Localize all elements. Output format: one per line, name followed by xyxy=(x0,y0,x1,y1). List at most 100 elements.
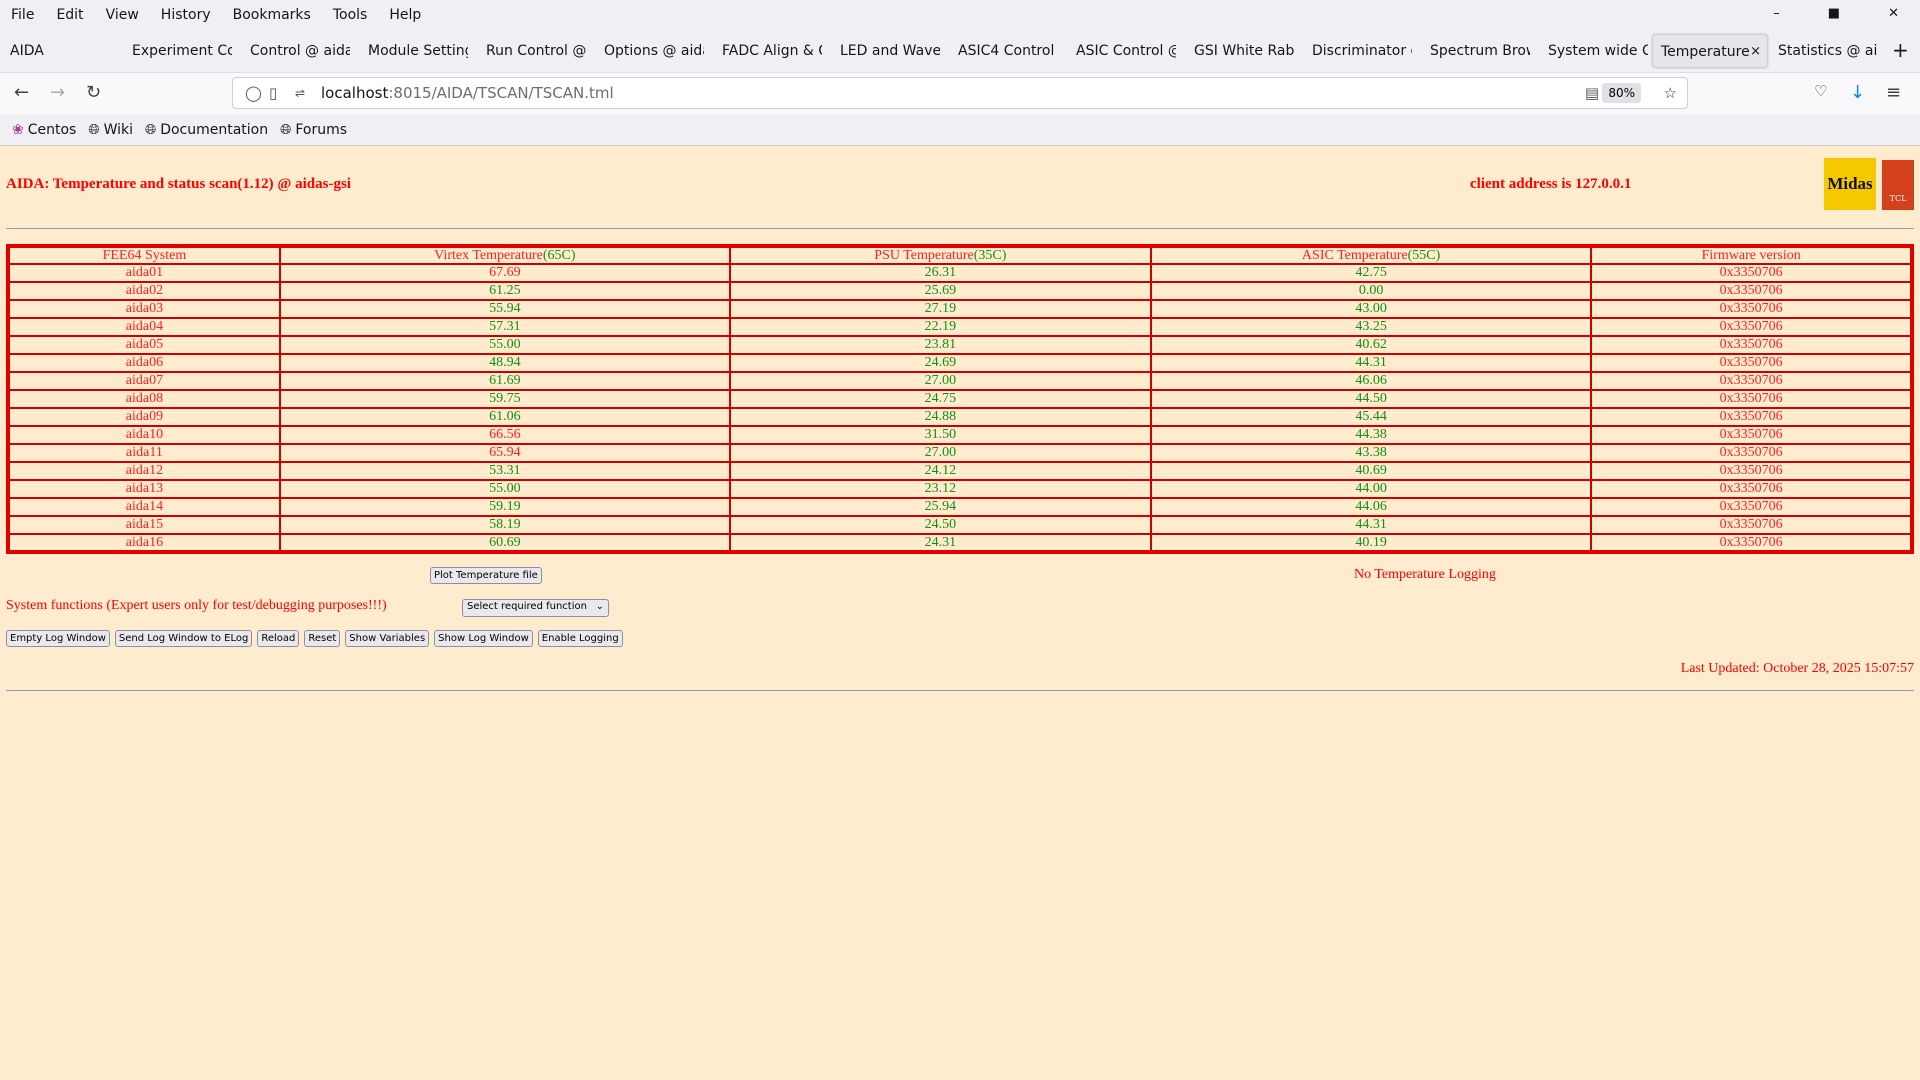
tab-14[interactable]: Temperature × xyxy=(1652,34,1768,68)
firmware-cell: 0x3350706 xyxy=(1590,353,1913,373)
tab-0[interactable]: AIDA xyxy=(2,34,110,68)
url-path: :8015/AIDA/TSCAN/TSCAN.tml xyxy=(388,84,614,102)
shield-icon[interactable]: ◯ xyxy=(245,78,262,108)
empty-log-window-button[interactable]: Empty Log Window xyxy=(6,630,110,647)
firmware-cell: 0x3350706 xyxy=(1590,479,1913,499)
system-cell: aida12 xyxy=(7,461,281,481)
firmware-cell: 0x3350706 xyxy=(1590,389,1913,409)
asic-temp-cell: 44.38 xyxy=(1149,425,1593,445)
virtex-temp-cell: 57.31 xyxy=(278,317,731,337)
asic-temp-cell: 44.00 xyxy=(1149,479,1593,499)
forward-icon[interactable]: → xyxy=(50,82,65,103)
tab-7[interactable]: LED and Wavef xyxy=(832,34,940,68)
tab-10[interactable]: GSI White Rabb xyxy=(1186,34,1294,68)
tab-15[interactable]: Statistics @ ai xyxy=(1770,34,1878,68)
virtex-temp-cell: 60.69 xyxy=(278,533,731,553)
tab-label: ASIC Control @ xyxy=(1076,43,1176,59)
permissions-icon[interactable]: ⇌ xyxy=(295,78,305,108)
tab-4[interactable]: Run Control @ xyxy=(478,34,586,68)
tab-label: Experiment Co xyxy=(132,43,232,59)
tab-12[interactable]: Spectrum Brow xyxy=(1422,34,1530,68)
table-row: aida11 65.94 27.00 43.38 0x3350706 xyxy=(7,443,1913,463)
tab-13[interactable]: System wide C xyxy=(1540,34,1648,68)
pocket-icon[interactable]: ♡ xyxy=(1814,82,1827,100)
plot-temperature-button[interactable]: Plot Temperature file xyxy=(430,567,542,584)
tab-1[interactable]: Experiment Co xyxy=(124,34,232,68)
firmware-cell: 0x3350706 xyxy=(1590,299,1913,319)
tab-9[interactable]: ASIC Control @ xyxy=(1068,34,1176,68)
enable-logging-button[interactable]: Enable Logging xyxy=(537,630,623,647)
virtex-temp-cell: 55.00 xyxy=(278,335,731,355)
virtex-temp-cell: 55.94 xyxy=(278,299,731,319)
send-log-window-to-elog-button[interactable]: Send Log Window to ELog xyxy=(114,630,253,647)
menu-tools[interactable]: Tools xyxy=(333,7,368,23)
system-cell: aida07 xyxy=(7,371,281,391)
system-cell: aida14 xyxy=(7,497,281,517)
menu-bar: File Edit View History Bookmarks Tools H… xyxy=(0,0,1920,30)
reload-icon[interactable]: ↻ xyxy=(86,82,101,103)
bookmark-wiki[interactable]: 🌐︎ Wiki xyxy=(88,122,133,138)
firmware-cell: 0x3350706 xyxy=(1590,515,1913,535)
asic-temp-cell: 44.50 xyxy=(1149,389,1593,409)
header-limit: (55C) xyxy=(1407,247,1441,263)
psu-temp-cell: 31.50 xyxy=(728,425,1152,445)
url-bar[interactable]: ◯ ▯ ⇌ localhost:8015/AIDA/TSCAN/TSCAN.tm… xyxy=(232,77,1688,109)
tab-5[interactable]: Options @ aida xyxy=(596,34,704,68)
menu-bookmarks[interactable]: Bookmarks xyxy=(233,7,311,23)
tab-label: FADC Align & C xyxy=(722,43,822,59)
asic-temp-cell: 45.44 xyxy=(1149,407,1593,427)
centos-icon: ❀ xyxy=(12,121,24,138)
tab-label: Control @ aida xyxy=(250,43,350,59)
tab-3[interactable]: Module Setting xyxy=(360,34,468,68)
show-variables-button[interactable]: Show Variables xyxy=(345,630,430,647)
minimize-icon[interactable]: – xyxy=(1773,6,1780,21)
column-header: ASIC Temperature(55C) xyxy=(1149,245,1593,265)
reader-view-icon[interactable]: ▤ xyxy=(1585,78,1599,108)
bookmark-centos[interactable]: ❀ Centos xyxy=(12,122,76,138)
hamburger-menu-icon[interactable]: ≡ xyxy=(1886,82,1901,103)
system-cell: aida04 xyxy=(7,317,281,337)
page-title: AIDA: Temperature and status scan(1.12) … xyxy=(6,176,351,192)
virtex-temp-cell: 65.94 xyxy=(278,443,731,463)
function-select[interactable]: Select required function ⌄ xyxy=(462,599,609,617)
column-header: Firmware version xyxy=(1590,245,1913,265)
menu-edit[interactable]: Edit xyxy=(56,7,83,23)
tab-2[interactable]: Control @ aida xyxy=(242,34,350,68)
close-window-icon[interactable]: ✕ xyxy=(1888,6,1899,21)
system-cell: aida03 xyxy=(7,299,281,319)
reload-button[interactable]: Reload xyxy=(257,630,300,647)
zoom-level[interactable]: 80% xyxy=(1602,83,1641,103)
table-row: aida12 53.31 24.12 40.69 0x3350706 xyxy=(7,461,1913,481)
tab-8[interactable]: ASIC4 Control xyxy=(950,34,1058,68)
table-row: aida06 48.94 24.69 44.31 0x3350706 xyxy=(7,353,1913,373)
asic-temp-cell: 44.31 xyxy=(1149,515,1593,535)
virtex-temp-cell: 53.31 xyxy=(278,461,731,481)
virtex-temp-cell: 59.75 xyxy=(278,389,731,409)
bookmark-forums[interactable]: 🌐︎ Forums xyxy=(280,122,347,138)
new-tab-icon[interactable]: + xyxy=(1892,38,1909,62)
header-label: Virtex Temperature xyxy=(434,247,543,263)
back-icon[interactable]: ← xyxy=(14,82,29,103)
psu-temp-cell: 24.88 xyxy=(728,407,1152,427)
bookmark-star-icon[interactable]: ☆ xyxy=(1664,78,1677,108)
menu-view[interactable]: View xyxy=(106,7,139,23)
bookmark-documentation[interactable]: 🌐︎ Documentation xyxy=(145,122,268,138)
menu-help[interactable]: Help xyxy=(389,7,421,23)
psu-temp-cell: 23.12 xyxy=(728,479,1152,499)
tab-label: Temperature xyxy=(1661,44,1750,60)
tab-11[interactable]: Discriminator c xyxy=(1304,34,1412,68)
virtex-temp-cell: 61.69 xyxy=(278,371,731,391)
tab-6[interactable]: FADC Align & C xyxy=(714,34,822,68)
page-icon: ▯ xyxy=(269,84,278,102)
show-log-window-button[interactable]: Show Log Window xyxy=(434,630,533,647)
menu-history[interactable]: History xyxy=(161,7,211,23)
tab-label: ASIC4 Control xyxy=(958,43,1055,59)
header-label: ASIC Temperature xyxy=(1301,247,1408,263)
close-tab-icon[interactable]: × xyxy=(1750,35,1761,67)
client-address: client address is 127.0.0.1 xyxy=(1470,176,1632,192)
menu-file[interactable]: File xyxy=(11,7,34,23)
reset-button[interactable]: Reset xyxy=(304,630,341,647)
maximize-icon[interactable]: ■ xyxy=(1828,6,1840,21)
download-icon[interactable]: ↓ xyxy=(1850,82,1865,103)
column-header: FEE64 System xyxy=(7,245,281,265)
